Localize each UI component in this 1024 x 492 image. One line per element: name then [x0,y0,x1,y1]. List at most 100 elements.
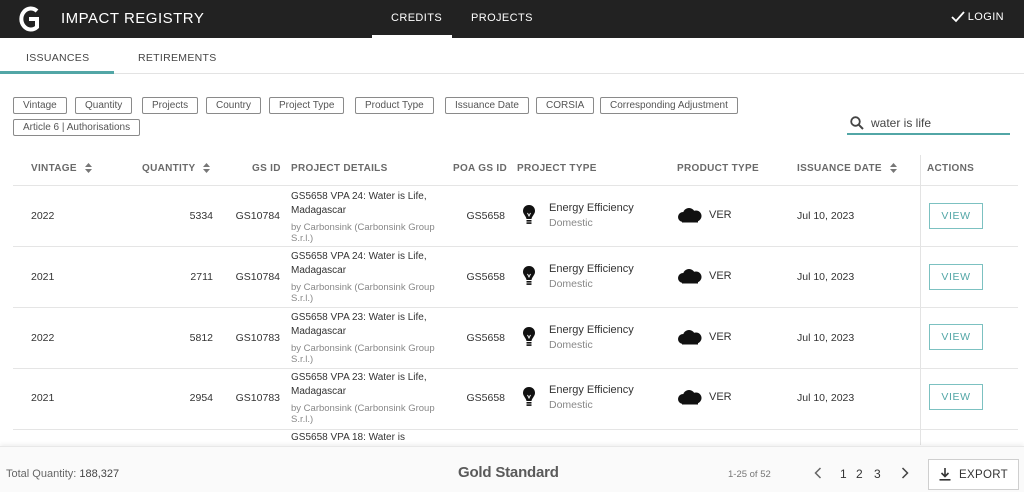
cell-product-type: VER [709,270,732,282]
cell-vintage: 2022 [31,210,55,222]
cell-project-name[interactable]: GS5658 VPA 23: Water is Life, Madagascar [291,371,441,399]
cell-project-owner: by Carbonsink (Carbonsink Group S.r.l.) [291,282,435,304]
cell-project-type: Energy Efficiency [549,263,634,275]
cell-issuance-date: Jul 10, 2023 [797,332,855,344]
cloud-icon [678,390,702,405]
lightbulb-icon [523,205,535,224]
view-button[interactable]: VIEW [929,264,983,290]
cloud-icon [678,330,702,345]
subtabs: ISSUANCES RETIREMENTS [0,38,1024,74]
cell-poa-gs-id: GS5658 [466,392,505,404]
cell-project-owner: by Carbonsink (Carbonsink Group S.r.l.) [291,403,435,425]
filter-project-type[interactable]: Project Type [269,97,345,114]
filter-quantity[interactable]: Quantity [75,97,133,114]
table-row: 2022 5334 GS10784 GS5658 VPA 24: Water i… [13,186,1018,247]
footer-bar: Total Quantity: 188,327 Gold Standard 1-… [0,446,1024,492]
sort-icon [84,163,92,174]
filter-corsia[interactable]: CORSIA [536,97,595,114]
header-vintage-label: VINTAGE [31,163,77,174]
export-label: EXPORT [959,468,1008,481]
cell-project-owner: by Carbonsink (Carbonsink Group S.r.l.) [291,343,435,365]
cell-project-owner: by Carbonsink (Carbonsink Group S.r.l.) [291,222,435,244]
filter-vintage[interactable]: Vintage [13,97,67,114]
sort-icon [889,163,897,174]
table-row: 2022 5812 GS10783 GS5658 VPA 23: Water i… [13,308,1018,369]
table-row: 2021 2711 GS10784 GS5658 VPA 24: Water i… [13,247,1018,308]
cell-vintage: 2021 [31,271,55,283]
total-quantity-value: 188,327 [79,468,120,480]
prev-page-icon[interactable] [814,467,822,482]
header-vintage[interactable]: VINTAGE [31,163,92,174]
cell-project-name[interactable]: GS5658 VPA 18: Water is [291,431,441,445]
filter-article-6[interactable]: Article 6 | Authorisations [13,119,141,136]
header-actions: ACTIONS [927,163,975,174]
cell-project-subtype: Domestic [549,278,593,290]
brand-title[interactable]: IMPACT REGISTRY [61,10,204,27]
cell-vintage: 2022 [31,332,55,344]
header-quantity[interactable]: QUANTITY [142,163,211,174]
filter-projects[interactable]: Projects [142,97,199,114]
cell-poa-gs-id: GS5658 [466,271,505,283]
cell-project-type: Energy Efficiency [549,202,634,214]
table-row: 2021 2954 GS10783 GS5658 VPA 23: Water i… [13,369,1018,430]
top-nav-bar: IMPACT REGISTRY CREDITS PROJECTS LOGIN [0,0,1024,38]
header-quantity-label: QUANTITY [142,163,196,174]
lightbulb-icon [523,327,535,346]
cloud-icon [678,269,702,284]
cell-product-type: VER [709,391,732,403]
cloud-icon [678,208,702,223]
export-button[interactable]: EXPORT [928,459,1019,490]
pagination-range: 1-25 of 52 [728,469,771,480]
cell-project-name[interactable]: GS5658 VPA 23: Water is Life, Madagascar [291,311,441,339]
search-icon [850,116,864,130]
cell-project-subtype: Domestic [549,217,593,229]
cell-product-type: VER [709,331,732,343]
filter-issuance-date[interactable]: Issuance Date [445,97,529,114]
cell-gs-id: GS10783 [235,332,280,344]
download-icon [939,468,951,481]
next-page-icon[interactable] [901,467,909,482]
lightbulb-icon [523,387,535,406]
subtab-active-indicator [0,71,114,74]
cell-issuance-date: Jul 10, 2023 [797,210,855,222]
sort-icon [203,163,211,174]
login-label: LOGIN [967,11,1004,23]
header-issuance-date[interactable]: ISSUANCE DATE [797,163,897,174]
view-button[interactable]: VIEW [929,384,983,410]
cell-quantity: 2711 [190,271,213,283]
view-button[interactable]: VIEW [929,203,983,229]
cell-project-subtype: Domestic [549,339,593,351]
lightbulb-icon [523,266,535,285]
header-issuance-date-label: ISSUANCE DATE [797,163,882,174]
cell-issuance-date: Jul 10, 2023 [797,392,855,404]
page-1-button[interactable]: 1 [840,467,847,481]
header-project-type: PROJECT TYPE [517,163,597,174]
page-2-button[interactable]: 2 [856,467,863,481]
cell-project-name[interactable]: GS5658 VPA 24: Water is Life, Madagascar [291,190,441,218]
cell-gs-id: GS10784 [235,210,280,222]
cell-project-type: Energy Efficiency [549,384,634,396]
nav-tab-credits[interactable]: CREDITS [391,12,442,24]
filter-corresponding-adjustment[interactable]: Corresponding Adjustment [600,97,738,114]
tab-issuances[interactable]: ISSUANCES [26,52,89,64]
nav-tab-projects[interactable]: PROJECTS [471,12,533,24]
filter-country[interactable]: Country [206,97,262,114]
login-button[interactable]: LOGIN [951,11,1004,23]
cell-project-type: Energy Efficiency [549,324,634,336]
search-input[interactable] [871,114,1006,132]
cell-project-name[interactable]: GS5658 VPA 24: Water is Life, Madagascar [291,250,441,278]
cell-quantity: 2954 [189,392,213,404]
filter-product-type[interactable]: Product Type [355,97,434,114]
total-quantity-label: Total Quantity: [6,468,77,480]
cell-gs-id: GS10784 [235,271,280,283]
view-button[interactable]: VIEW [929,324,983,350]
tab-retirements[interactable]: RETIREMENTS [138,52,217,64]
gold-standard-logo-icon[interactable] [18,6,40,32]
cell-product-type: VER [709,209,732,221]
cell-gs-id: GS10783 [235,392,280,404]
cell-quantity: 5334 [189,210,213,222]
cell-project-subtype: Domestic [549,399,593,411]
page-3-button[interactable]: 3 [874,467,881,481]
header-project-details: PROJECT DETAILS [291,163,388,174]
header-poa-gs-id: POA GS ID [453,163,508,174]
